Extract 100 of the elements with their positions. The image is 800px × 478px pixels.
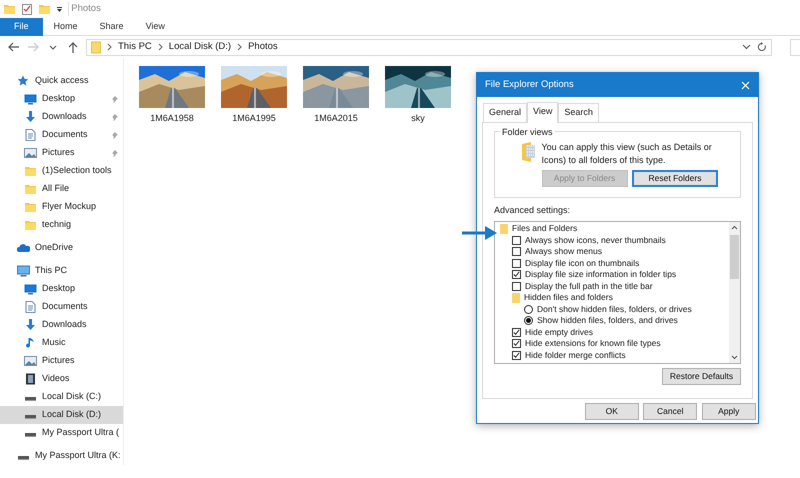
checkbox-option[interactable]: Hide folder merge conflicts xyxy=(500,349,626,361)
radio-button[interactable] xyxy=(524,304,533,314)
folder-view-button[interactable]: Reset Folders xyxy=(632,170,718,187)
restore-defaults-button[interactable]: Restore Defaults xyxy=(662,368,741,386)
checkbox[interactable] xyxy=(512,328,521,336)
sidebar-item[interactable]: Desktop xyxy=(0,280,123,298)
image-icon xyxy=(24,355,37,367)
file-name[interactable]: 1M6A1958 xyxy=(139,112,205,126)
checkbox[interactable] xyxy=(512,270,521,279)
ribbon-tab[interactable]: File xyxy=(0,18,43,36)
search-field[interactable] xyxy=(790,38,800,56)
dialog-tab[interactable]: General xyxy=(483,103,528,122)
ribbon-tab[interactable]: Share xyxy=(88,18,135,36)
folder-icon xyxy=(521,140,537,162)
ribbon-tab[interactable]: View xyxy=(134,18,176,36)
sidebar-item[interactable]: All File xyxy=(0,180,123,198)
checkbox-option[interactable]: Always show menus xyxy=(500,246,602,258)
dialog-tab[interactable]: Search xyxy=(558,103,599,122)
checkbox-option[interactable]: Hide extensions for known file types xyxy=(500,338,661,350)
folder-icon xyxy=(91,40,101,54)
sidebar-item[interactable]: Pictures xyxy=(0,352,123,370)
radio-option[interactable]: Show hidden files, folders, and drives xyxy=(500,314,678,326)
chevron-down-icon[interactable] xyxy=(742,43,751,51)
sidebar-item[interactable]: Desktop xyxy=(0,90,123,108)
dialog-button[interactable]: Apply xyxy=(702,403,756,420)
address-bar[interactable]: This PC Local Disk (D:) Photos xyxy=(86,38,772,56)
monitor-icon xyxy=(24,283,37,295)
dialog-button[interactable]: Cancel xyxy=(643,403,698,420)
checklist-icon[interactable] xyxy=(21,3,33,15)
up-arrow-icon[interactable] xyxy=(67,41,79,53)
document-icon xyxy=(24,301,37,313)
sidebar-item[interactable]: This PC xyxy=(0,262,123,280)
music-note-icon xyxy=(24,337,37,349)
folder-icon xyxy=(512,292,520,302)
sidebar-item[interactable]: Quick access xyxy=(0,72,123,90)
description-text: You can apply this view (such as Details or Icons) to all folders of this type. xyxy=(542,140,713,167)
checkbox[interactable] xyxy=(512,339,521,348)
monitor-icon xyxy=(17,265,30,277)
sidebar-item[interactable]: Music xyxy=(0,334,123,352)
sidebar-item[interactable]: Local Disk (C:) xyxy=(0,388,123,406)
chevron-right-icon xyxy=(107,43,112,51)
checkbox[interactable] xyxy=(512,247,521,256)
sidebar-item[interactable]: Documents xyxy=(0,298,123,316)
dialog-title: File Explorer Options xyxy=(485,78,574,92)
file-name[interactable]: 1M6A2015 xyxy=(303,112,369,126)
scroll-thumb[interactable] xyxy=(730,234,739,279)
checkbox[interactable] xyxy=(512,282,521,290)
sidebar-item[interactable]: Documents xyxy=(0,126,123,144)
chevron-right-icon xyxy=(158,43,163,51)
monitor-icon xyxy=(24,93,37,105)
ribbon-tab[interactable]: Home xyxy=(42,18,89,36)
folder-icon xyxy=(24,219,37,231)
checkbox[interactable] xyxy=(512,350,521,360)
sidebar-item[interactable]: Videos xyxy=(0,370,123,388)
checkbox[interactable] xyxy=(512,236,521,244)
sidebar-item[interactable]: Downloads xyxy=(0,108,123,126)
folder-icon xyxy=(24,183,37,195)
sidebar-item[interactable]: Flyer Mockup xyxy=(0,198,123,216)
down-arrow-icon xyxy=(24,111,37,123)
file-name[interactable]: sky xyxy=(385,112,451,126)
breadcrumb-item[interactable]: This PC xyxy=(118,40,152,54)
refresh-icon[interactable] xyxy=(757,42,767,52)
sidebar-item[interactable]: OneDrive xyxy=(0,239,123,257)
radio-option[interactable]: Don't show hidden files, folders, or drives xyxy=(500,303,692,315)
radio-button[interactable] xyxy=(524,316,533,325)
close-icon[interactable] xyxy=(741,80,750,90)
film-icon xyxy=(24,373,37,385)
folder-icon xyxy=(500,224,508,234)
sidebar-item[interactable]: Downloads xyxy=(0,316,123,334)
checkbox-option[interactable]: Hide empty drives xyxy=(500,326,594,338)
folder-icon xyxy=(24,165,37,177)
chevron-right-icon xyxy=(237,43,242,51)
sidebar-item[interactable]: technig xyxy=(0,216,123,234)
folder-icon xyxy=(3,3,16,15)
breadcrumb-item[interactable]: Photos xyxy=(248,40,278,54)
breadcrumb-item[interactable]: Local Disk (D:) xyxy=(168,40,232,54)
folder-icon xyxy=(24,201,37,213)
image-icon xyxy=(24,147,37,159)
back-arrow-icon[interactable] xyxy=(7,41,19,53)
checkbox-option[interactable]: Display file icon on thumbnails xyxy=(500,257,640,269)
sidebar-item[interactable]: My Passport Ultra ( xyxy=(0,424,123,442)
window-title: Photos xyxy=(68,2,101,16)
settings-group-label: Hidden files and folders xyxy=(524,291,613,304)
advanced-settings-label: Advanced settings: xyxy=(494,204,572,218)
checkbox-option[interactable]: Display file size information in folder tips xyxy=(500,268,676,280)
file-name[interactable]: 1M6A1995 xyxy=(221,112,287,126)
dialog-button[interactable]: OK xyxy=(584,403,639,420)
cloud-icon xyxy=(17,242,30,254)
dialog-tab[interactable]: View xyxy=(527,102,558,122)
down-arrow-icon xyxy=(24,319,37,331)
checkbox-option[interactable]: Display the full path in the title bar xyxy=(500,280,653,292)
sidebar-item[interactable]: Local Disk (D:) xyxy=(0,406,123,424)
sidebar-item[interactable]: Pictures xyxy=(0,144,123,162)
settings-group-label: Files and Folders xyxy=(512,222,578,235)
checkbox[interactable] xyxy=(512,258,521,268)
sidebar-item[interactable]: (1)Selection tools xyxy=(0,162,123,180)
star-icon xyxy=(17,75,30,87)
checkbox-option[interactable]: Always show icons, never thumbnails xyxy=(500,234,666,246)
sidebar-item[interactable]: My Passport Ultra (K: xyxy=(0,447,123,465)
document-icon xyxy=(24,129,37,141)
